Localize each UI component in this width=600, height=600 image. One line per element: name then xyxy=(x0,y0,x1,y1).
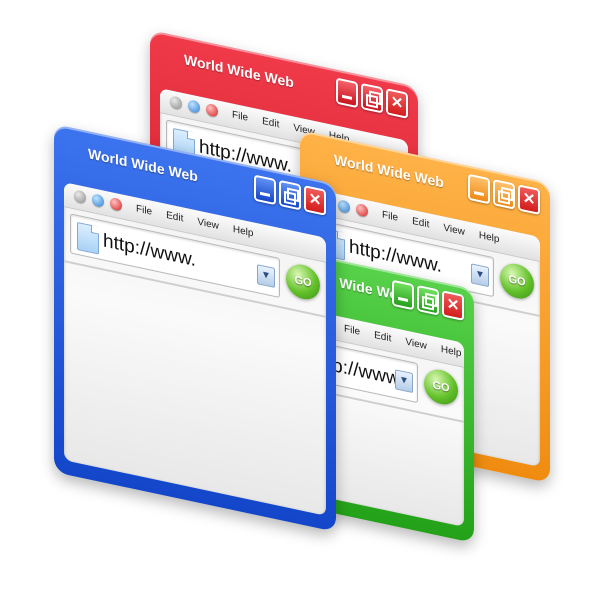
window-title: World Wide Web xyxy=(334,151,444,191)
menu-help[interactable]: Help xyxy=(233,224,254,239)
menu-edit[interactable]: Edit xyxy=(262,116,279,131)
maximize-icon xyxy=(419,287,437,313)
url-text[interactable]: http://www. xyxy=(103,230,196,272)
close-button[interactable]: ✕ xyxy=(304,185,326,216)
minimize-button[interactable] xyxy=(336,77,358,109)
window-controls: ✕ xyxy=(336,77,408,119)
maximize-button[interactable] xyxy=(361,82,383,114)
maximize-icon xyxy=(495,181,513,207)
dropdown-arrow-icon[interactable]: ▼ xyxy=(257,264,275,288)
stop-dot-icon[interactable] xyxy=(356,202,368,218)
refresh-dot-icon[interactable] xyxy=(92,193,104,208)
go-button[interactable]: GO xyxy=(286,261,320,303)
dropdown-arrow-icon[interactable]: ▼ xyxy=(395,369,413,394)
refresh-dot-icon[interactable] xyxy=(338,199,350,214)
window-controls: ✕ xyxy=(468,173,540,216)
menu-edit[interactable]: Edit xyxy=(166,210,183,225)
minimize-button[interactable] xyxy=(468,173,490,205)
stop-dot-icon[interactable] xyxy=(110,196,122,212)
maximize-icon xyxy=(363,85,381,111)
stop-dot-icon[interactable] xyxy=(206,102,218,118)
minimize-icon xyxy=(470,176,488,202)
browser-window-blue: World Wide Web ✕ File Edit View Help htt… xyxy=(54,124,336,532)
minimize-icon xyxy=(338,80,356,106)
menu-file[interactable]: File xyxy=(136,203,152,217)
window-controls: ✕ xyxy=(254,174,326,216)
close-button[interactable]: ✕ xyxy=(442,290,464,321)
go-button[interactable]: GO xyxy=(424,366,458,408)
minimize-button[interactable] xyxy=(254,174,276,206)
close-icon: ✕ xyxy=(522,189,536,210)
window-controls: ✕ xyxy=(392,279,464,321)
maximize-icon xyxy=(281,182,299,208)
window-body: File Edit View Help http://www. ▼ GO xyxy=(64,182,326,516)
maximize-button[interactable] xyxy=(279,179,301,211)
page-icon xyxy=(77,221,99,255)
menu-edit[interactable]: Edit xyxy=(412,216,429,231)
dropdown-arrow-icon[interactable]: ▼ xyxy=(471,263,489,288)
refresh-dot-icon[interactable] xyxy=(188,99,200,114)
menu-file[interactable]: File xyxy=(382,209,398,223)
nav-dots xyxy=(170,95,218,118)
minimize-icon xyxy=(256,177,274,203)
window-title: World Wide Web xyxy=(184,51,294,91)
menu-view[interactable]: View xyxy=(197,216,219,232)
maximize-button[interactable] xyxy=(493,179,515,210)
window-title: World Wide Web xyxy=(88,145,198,185)
close-icon: ✕ xyxy=(446,295,460,315)
menu-help[interactable]: Help xyxy=(441,344,462,359)
back-dot-icon[interactable] xyxy=(170,95,182,110)
nav-dots xyxy=(74,189,122,212)
go-button[interactable]: GO xyxy=(500,260,534,302)
menu-edit[interactable]: Edit xyxy=(374,330,391,345)
close-icon: ✕ xyxy=(308,190,322,210)
menu-view[interactable]: View xyxy=(443,222,465,238)
back-dot-icon[interactable] xyxy=(74,189,86,204)
close-button[interactable]: ✕ xyxy=(386,88,408,119)
maximize-button[interactable] xyxy=(417,284,439,316)
menu-file[interactable]: File xyxy=(344,323,360,337)
menu-help[interactable]: Help xyxy=(479,230,500,245)
menu-view[interactable]: View xyxy=(405,336,427,352)
minimize-icon xyxy=(394,282,412,308)
minimize-button[interactable] xyxy=(392,279,414,311)
menu-file[interactable]: File xyxy=(232,109,248,123)
close-icon: ✕ xyxy=(390,93,404,113)
close-button[interactable]: ✕ xyxy=(518,184,540,216)
